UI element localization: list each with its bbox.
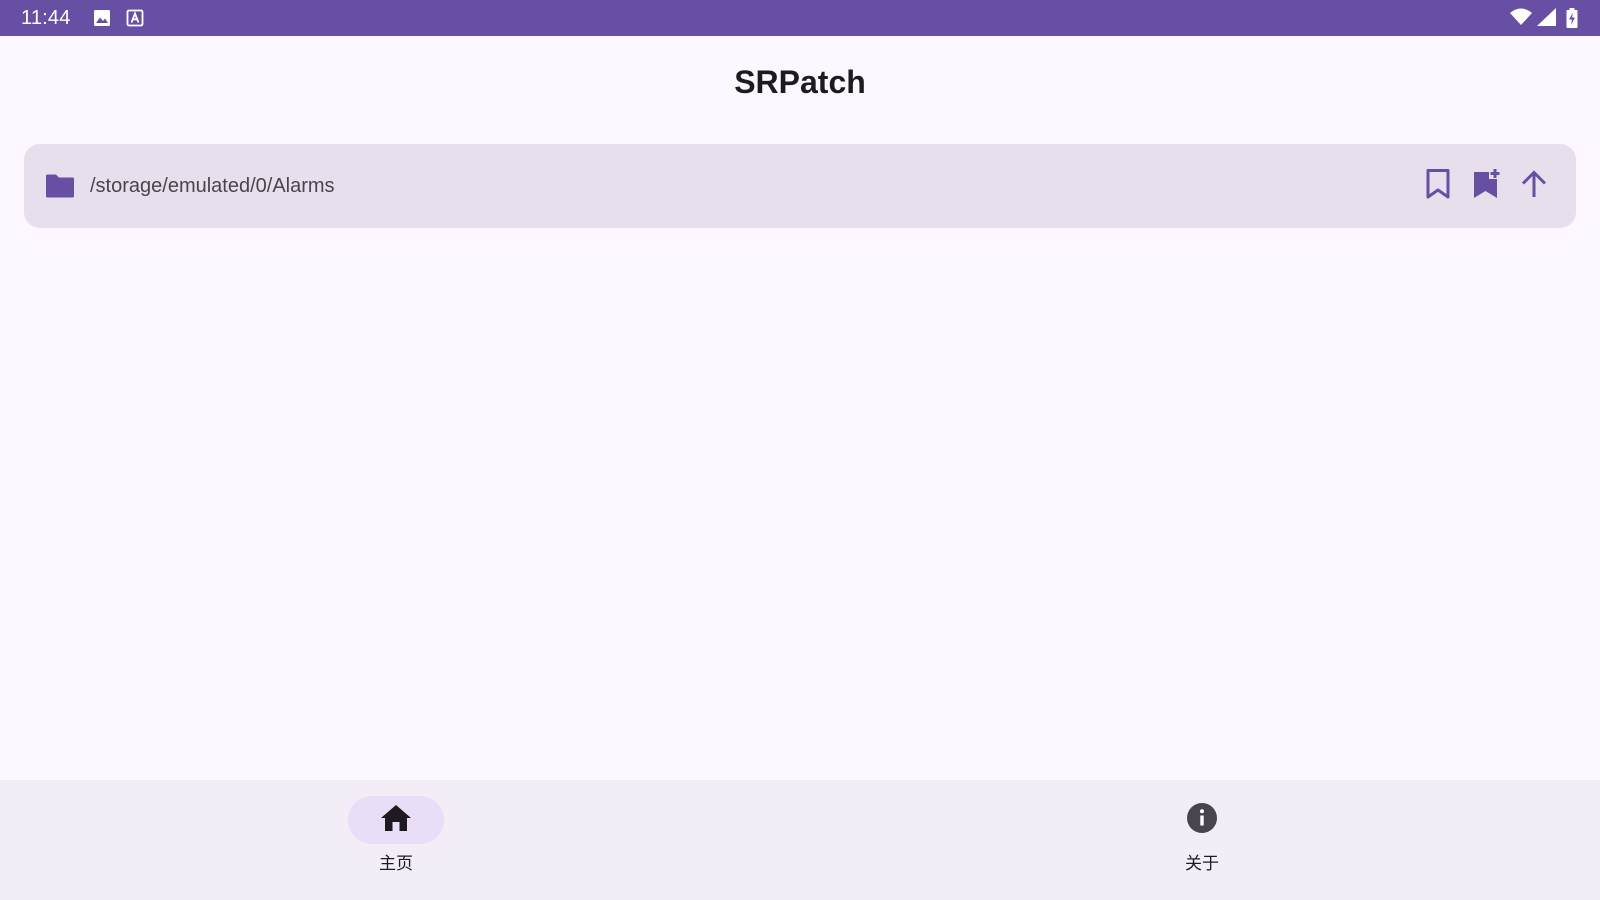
app-title: SRPatch bbox=[734, 64, 866, 100]
signal-icon bbox=[1537, 8, 1556, 28]
status-time: 11:44 bbox=[21, 7, 71, 29]
status-bar: 11:44 bbox=[0, 0, 1600, 36]
home-icon bbox=[380, 803, 412, 838]
bookmark-add-icon bbox=[1471, 168, 1501, 205]
image-icon bbox=[93, 9, 111, 27]
battery-charging-icon bbox=[1566, 8, 1578, 28]
keyboard-a-icon bbox=[126, 9, 144, 27]
folder-icon bbox=[44, 170, 76, 202]
add-bookmark-button[interactable] bbox=[1462, 162, 1510, 210]
nav-active-indicator bbox=[348, 796, 444, 844]
bookmark-button[interactable] bbox=[1414, 162, 1462, 210]
arrow-up-icon bbox=[1519, 169, 1549, 204]
nav-indicator bbox=[1154, 796, 1250, 844]
wifi-icon bbox=[1510, 8, 1532, 28]
nav-item-about[interactable]: 关于 bbox=[1102, 780, 1302, 900]
path-bar: /storage/emulated/0/Alarms bbox=[24, 144, 1576, 228]
info-icon bbox=[1186, 802, 1218, 839]
bookmark-icon bbox=[1424, 168, 1452, 205]
nav-label-about: 关于 bbox=[1185, 854, 1219, 874]
bottom-navigation: 主页 关于 bbox=[0, 780, 1600, 900]
parent-directory-button[interactable] bbox=[1510, 162, 1558, 210]
nav-item-home[interactable]: 主页 bbox=[296, 780, 496, 900]
current-path: /storage/emulated/0/Alarms bbox=[90, 175, 335, 197]
nav-label-home: 主页 bbox=[379, 854, 413, 874]
